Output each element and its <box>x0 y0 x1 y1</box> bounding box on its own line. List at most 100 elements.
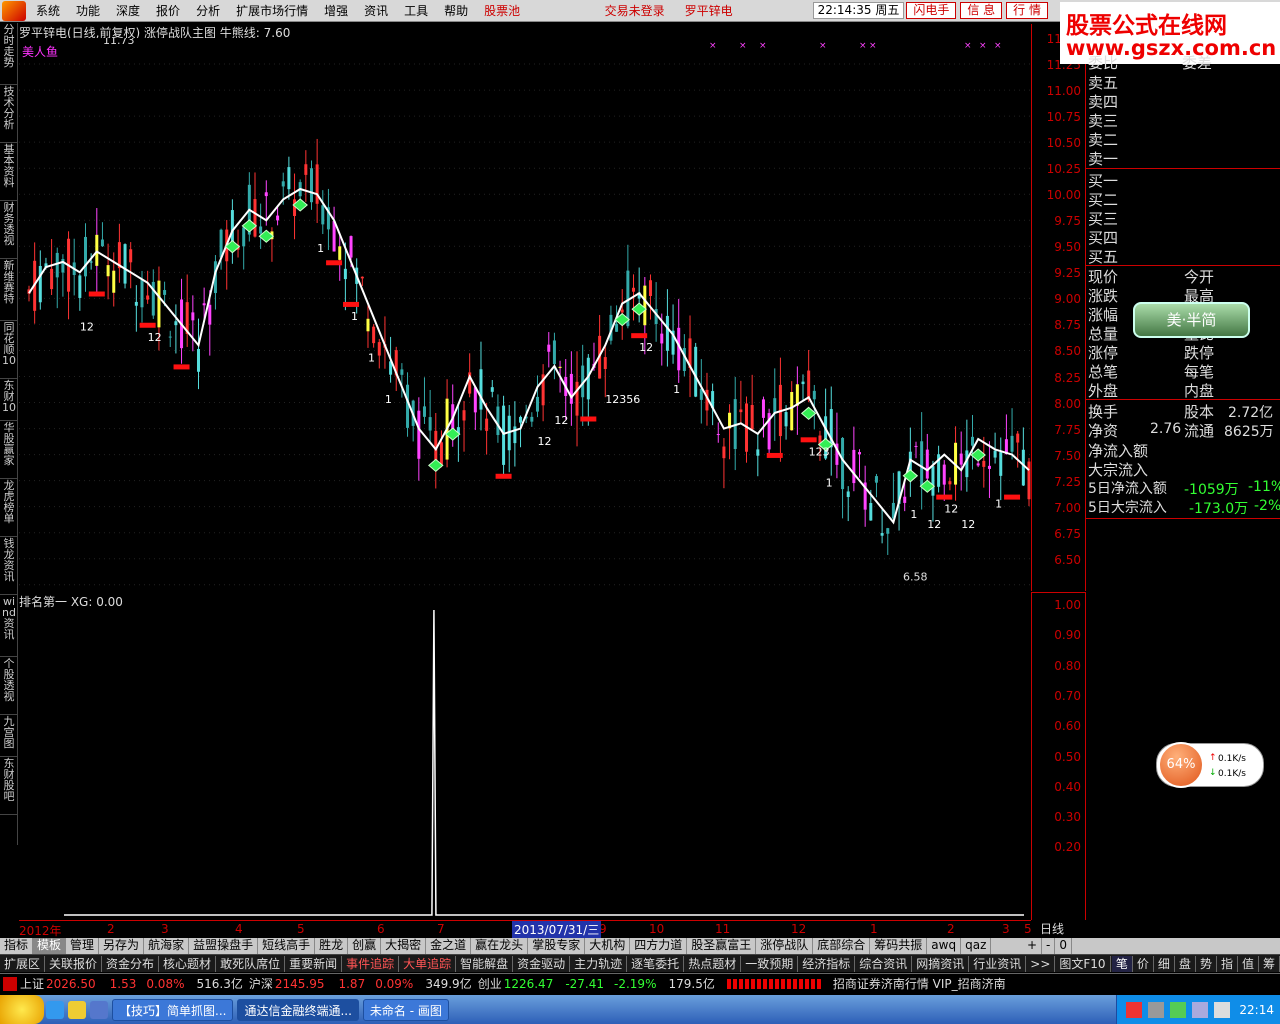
main-chart[interactable]: 1212121111121212123561123111212 111.736.5… <box>19 38 1031 590</box>
left-nav-item-11[interactable]: 个股透视 <box>0 657 18 715</box>
indicator-tab-2[interactable]: 管理 <box>66 938 100 954</box>
menu-depth[interactable]: 深度 <box>108 2 148 19</box>
info-tab-2[interactable]: 资金分布 <box>102 955 160 972</box>
panel-tab-6[interactable]: 值 <box>1238 955 1259 972</box>
panel-tab-1[interactable]: 价 <box>1133 955 1154 972</box>
panel-tab-3[interactable]: 盘 <box>1175 955 1196 972</box>
tray-shield-icon[interactable] <box>1170 1001 1187 1018</box>
menu-function[interactable]: 功能 <box>68 2 108 19</box>
left-nav-item-13[interactable]: 东财股吧 <box>0 757 18 815</box>
taskbar-item-article[interactable]: 【技巧】简单抓图... <box>112 998 234 1021</box>
indicator-tab-5[interactable]: 益盟操盘手 <box>189 938 259 954</box>
indicator-tab-17[interactable]: 底部综合 <box>813 938 871 954</box>
info-tab-8[interactable]: 智能解盘 <box>456 955 514 972</box>
period-label[interactable]: 日线 <box>1040 920 1080 936</box>
panel-tab-5[interactable]: 指 <box>1217 955 1238 972</box>
left-nav-item-1[interactable]: 技术分析 <box>0 85 18 143</box>
left-nav-item-3[interactable]: 财务透视 <box>0 201 18 259</box>
sub-chart[interactable] <box>19 605 1031 917</box>
info-tab-15[interactable]: 综合资讯 <box>855 955 913 972</box>
left-nav-item-10[interactable]: wind资讯 <box>0 595 18 657</box>
left-nav-item-9[interactable]: 钱龙资讯 <box>0 537 18 595</box>
left-nav-item-7[interactable]: 华股赢家 <box>0 421 18 479</box>
indicator-tab-12[interactable]: 掌股专家 <box>528 938 586 954</box>
taskbar-item-tdx[interactable]: 通达信金融终端通... <box>237 998 359 1021</box>
indicator-tab-20[interactable]: qaz <box>961 938 992 954</box>
left-nav-item-8[interactable]: 龙虎榜单 <box>0 479 18 537</box>
info-tab-5[interactable]: 重要新闻 <box>285 955 343 972</box>
indicator-tab-6[interactable]: 短线高手 <box>258 938 316 954</box>
left-nav-item-6[interactable]: 东财10 <box>0 379 18 421</box>
folder-icon[interactable] <box>68 1000 86 1019</box>
indicator-tab-4[interactable]: 航海家 <box>144 938 190 954</box>
info-tab-13[interactable]: 一致预期 <box>741 955 799 972</box>
menu-system[interactable]: 系统 <box>28 2 68 19</box>
flash-trade-button[interactable]: 闪电手 <box>906 2 957 19</box>
ie-icon[interactable] <box>46 1000 64 1019</box>
info-tab-7[interactable]: 大单追踪 <box>399 955 457 972</box>
info-button[interactable]: 信 息 <box>960 2 1003 19</box>
info-tab-16[interactable]: 网摘资讯 <box>912 955 970 972</box>
info-tab-6[interactable]: 事件追踪 <box>342 955 400 972</box>
info-tab-14[interactable]: 经济指标 <box>798 955 856 972</box>
info-tab-1[interactable]: 关联报价 <box>45 955 103 972</box>
start-button[interactable] <box>0 995 44 1024</box>
network-usage-ball[interactable]: 64% <box>1158 742 1204 788</box>
left-nav-item-0[interactable]: 分时走势 <box>0 23 18 85</box>
indicator-tab-3[interactable]: 另存为 <box>99 938 145 954</box>
menu-quote[interactable]: 报价 <box>148 2 188 19</box>
indicator-tab-14[interactable]: 四方力道 <box>630 938 688 954</box>
left-nav-item-4[interactable]: 新维赛特 <box>0 259 18 321</box>
indicator-tab-0[interactable]: 指标 <box>0 938 34 954</box>
menu-enhance[interactable]: 增强 <box>316 2 356 19</box>
menu-tools[interactable]: 工具 <box>396 2 436 19</box>
menu-ext-market[interactable]: 扩展市场行情 <box>228 2 316 19</box>
zoom-button-2[interactable]: 0 <box>1055 938 1072 954</box>
sz-label[interactable]: 沪深 <box>249 975 273 992</box>
tray-app-icon[interactable] <box>1126 1001 1143 1018</box>
indicator-tab-7[interactable]: 胜龙 <box>315 938 349 954</box>
skin-switch-button[interactable]: 美·半简 <box>1133 302 1250 338</box>
left-nav-item-5[interactable]: 同花顺10 <box>0 321 18 379</box>
info-tab-18[interactable]: >> <box>1026 955 1056 972</box>
menu-analysis[interactable]: 分析 <box>188 2 228 19</box>
left-nav-item-12[interactable]: 九宫图 <box>0 715 18 757</box>
cy-label[interactable]: 创业 <box>478 975 502 992</box>
indicator-tab-18[interactable]: 筹码共振 <box>870 938 928 954</box>
indicator-tab-16[interactable]: 涨停战队 <box>756 938 814 954</box>
panel-tab-0[interactable]: 笔 <box>1111 955 1133 972</box>
info-tab-3[interactable]: 核心题材 <box>159 955 217 972</box>
menu-info[interactable]: 资讯 <box>356 2 396 19</box>
indicator-tab-19[interactable]: awq <box>927 938 962 954</box>
menu-stock-pool[interactable]: 股票池 <box>476 2 528 19</box>
info-tab-4[interactable]: 敢死队席位 <box>216 955 286 972</box>
sh-label[interactable]: 上证 <box>20 975 44 992</box>
left-nav-item-2[interactable]: 基本资料 <box>0 143 18 201</box>
indicator-tab-11[interactable]: 赢在龙头 <box>471 938 529 954</box>
info-tab-19[interactable]: 图文F10 <box>1055 955 1111 972</box>
tray-ime-icon[interactable] <box>1148 1001 1165 1018</box>
info-tab-0[interactable]: 扩展区 <box>0 955 46 972</box>
panel-tab-4[interactable]: 势 <box>1196 955 1217 972</box>
indicator-tab-8[interactable]: 创赢 <box>348 938 382 954</box>
info-tab-12[interactable]: 热点题材 <box>684 955 742 972</box>
zoom-button-0[interactable]: + <box>1023 938 1043 954</box>
desktop-icon[interactable] <box>90 1000 108 1019</box>
info-tab-10[interactable]: 主力轨迹 <box>570 955 628 972</box>
tray-network-icon[interactable] <box>1192 1001 1209 1018</box>
quote-button[interactable]: 行 情 <box>1006 2 1048 19</box>
tray-clock[interactable]: 22:14 <box>1239 1003 1274 1017</box>
indicator-tab-15[interactable]: 股圣赢富王 <box>687 938 757 954</box>
menu-help[interactable]: 帮助 <box>436 2 476 19</box>
indicator-tab-1[interactable]: 模板 <box>33 938 67 954</box>
indicator-tab-10[interactable]: 金之道 <box>426 938 472 954</box>
info-tab-17[interactable]: 行业资讯 <box>969 955 1027 972</box>
info-tab-11[interactable]: 逐笔委托 <box>627 955 685 972</box>
panel-tab-7[interactable]: 筹 <box>1259 955 1280 972</box>
info-tab-9[interactable]: 资金驱动 <box>513 955 571 972</box>
tray-volume-icon[interactable] <box>1214 1001 1231 1018</box>
indicator-tab-9[interactable]: 大揭密 <box>381 938 427 954</box>
taskbar-item-paint[interactable]: 未命名 - 画图 <box>362 998 449 1021</box>
indicator-tab-13[interactable]: 大机构 <box>585 938 631 954</box>
zoom-button-1[interactable]: - <box>1042 938 1056 954</box>
